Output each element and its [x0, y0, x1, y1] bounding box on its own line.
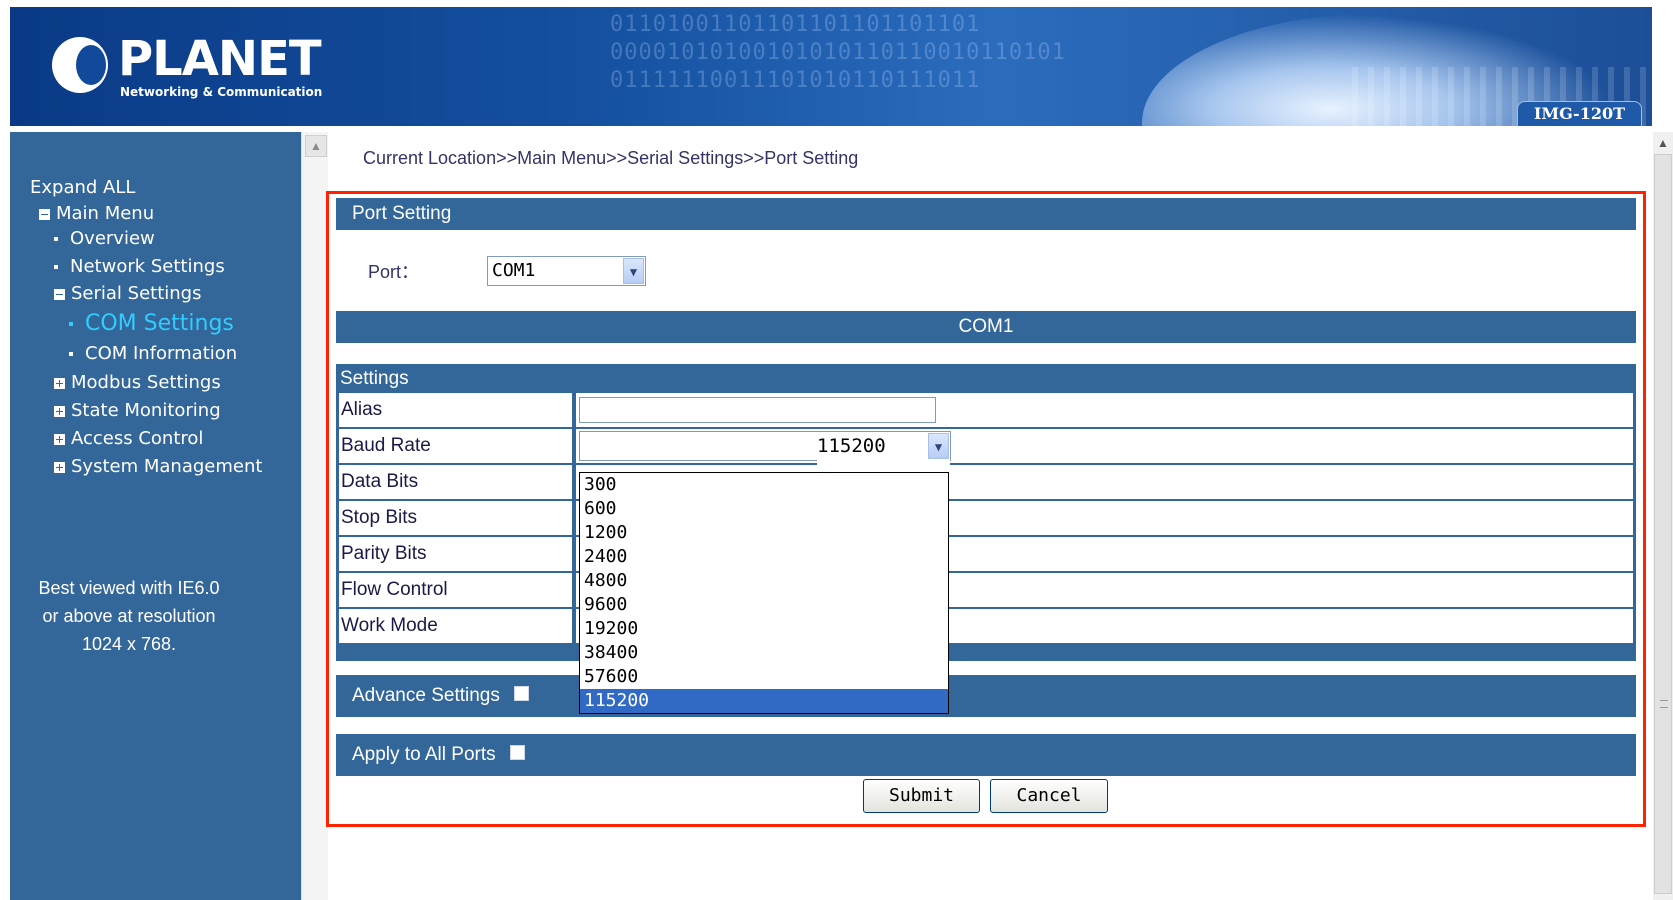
port-select-value: COM1	[492, 260, 536, 281]
port-select[interactable]: COM1 ▼	[487, 256, 646, 286]
sidebar-item-label: Access Control	[71, 428, 204, 449]
section-title: Port Setting	[352, 203, 452, 224]
model-badge: IMG-120T	[1516, 101, 1642, 126]
expand-icon[interactable]	[54, 461, 65, 473]
sidebar-item-access-control[interactable]: Access Control	[54, 428, 203, 449]
advance-settings-label: Advance Settings	[352, 685, 500, 706]
globe-icon	[52, 37, 108, 93]
port-setting-header: Port Setting	[336, 198, 1636, 230]
scroll-up-icon[interactable]: ▲	[1654, 134, 1672, 152]
browser-note-line: 1024 x 768.	[81, 634, 177, 654]
sidebar-item-system-management[interactable]: System Management	[54, 456, 262, 477]
baud-option[interactable]: 9600	[580, 593, 948, 617]
baud-option[interactable]: 1200	[580, 521, 948, 545]
sidebar-item-network-settings[interactable]: Network Settings	[54, 256, 225, 277]
sidebar-item-label: State Monitoring	[71, 400, 221, 421]
sidebar-item-label: Network Settings	[70, 256, 225, 277]
com-header-label: COM1	[958, 316, 1014, 337]
submit-button[interactable]: Submit	[863, 779, 980, 813]
table-row-data-bits: Data Bits	[339, 465, 1633, 499]
row-label: Stop Bits	[339, 501, 572, 535]
collapse-icon[interactable]	[54, 288, 65, 300]
row-label: Baud Rate	[339, 429, 572, 463]
brand-name: PLANET	[118, 31, 322, 87]
row-label: Flow Control	[339, 573, 572, 607]
chevron-down-icon[interactable]: ▼	[928, 433, 949, 459]
cancel-button[interactable]: Cancel	[990, 779, 1108, 813]
baud-rate-select[interactable]: 115200 ▼	[579, 431, 951, 466]
table-row-stop-bits: Stop Bits	[339, 501, 1633, 535]
advance-settings-bar: Advance Settings	[336, 675, 1636, 717]
page-scrollbar[interactable]: ▲	[1653, 132, 1673, 900]
baud-rate-dropdown[interactable]: 300 600 1200 2400 4800 9600 19200 38400 …	[579, 472, 949, 714]
sidebar-item-com-settings[interactable]: COM Settings	[69, 311, 234, 336]
table-row-flow-control: Flow Control	[339, 573, 1633, 607]
sidebar-item-label: COM Information	[85, 343, 238, 364]
sidebar-item-serial-settings[interactable]: Serial Settings	[54, 283, 201, 304]
frame-scrollbar[interactable]: ▲	[301, 132, 328, 900]
port-label: Port：	[368, 262, 420, 282]
breadcrumb: Current Location>>Main Menu>>Serial Sett…	[363, 148, 859, 168]
sidebar-nav: Expand ALL Main Menu Overview Network Se…	[10, 132, 301, 900]
header-decoration: 01101001101101101101101101 0000101010010…	[610, 12, 1066, 93]
sidebar-item-label: Modbus Settings	[71, 372, 221, 393]
header-banner: 01101001101101101101101101 0000101010010…	[10, 7, 1652, 126]
sidebar-item-label: Serial Settings	[71, 283, 202, 304]
sidebar-item-modbus-settings[interactable]: Modbus Settings	[54, 372, 221, 393]
settings-title: Settings	[340, 368, 409, 389]
alias-input[interactable]	[579, 397, 936, 423]
apply-all-ports-label: Apply to All Ports	[352, 744, 496, 765]
row-label: Parity Bits	[339, 537, 572, 571]
browser-note: Best viewed with IE6.0 or above at resol…	[14, 574, 244, 658]
baud-option[interactable]: 57600	[580, 665, 948, 689]
sidebar-item-label: COM Settings	[85, 311, 234, 336]
sidebar-item-overview[interactable]: Overview	[54, 228, 155, 249]
row-label: Data Bits	[339, 465, 572, 499]
grip-icon	[1660, 700, 1668, 708]
baud-option-selected[interactable]: 115200	[580, 689, 948, 713]
baud-option[interactable]: 4800	[580, 569, 948, 593]
baud-option[interactable]: 2400	[580, 545, 948, 569]
apply-all-ports-bar: Apply to All Ports	[336, 734, 1636, 776]
collapse-icon[interactable]	[39, 208, 50, 220]
table-row-parity-bits: Parity Bits	[339, 537, 1633, 571]
expand-icon[interactable]	[54, 433, 65, 445]
row-label: Alias	[339, 393, 572, 427]
settings-table: Settings Alias Baud Rate 115200 ▼ Data B…	[336, 364, 1636, 661]
chevron-down-icon[interactable]: ▼	[623, 258, 644, 284]
expand-icon[interactable]	[54, 377, 65, 389]
com-header: COM1	[336, 311, 1636, 343]
sidebar-item-label: System Management	[71, 456, 263, 477]
expand-all-link[interactable]: Expand ALL	[30, 177, 135, 198]
row-label: Work Mode	[339, 609, 572, 643]
table-row-work-mode: Work Mode	[339, 609, 1633, 643]
sidebar-item-state-monitoring[interactable]: State Monitoring	[54, 400, 221, 421]
browser-note-line: Best viewed with IE6.0	[38, 578, 220, 598]
browser-note-line: or above at resolution	[42, 606, 216, 626]
table-row-baud-rate: Baud Rate 115200 ▼	[339, 429, 1633, 466]
bullet-icon	[69, 352, 73, 356]
brand-tagline: Networking & Communication	[120, 85, 323, 99]
sidebar-item-label: Overview	[70, 228, 155, 249]
baud-option[interactable]: 19200	[580, 617, 948, 641]
scroll-up-icon[interactable]: ▲	[305, 135, 327, 157]
advance-settings-checkbox[interactable]	[513, 686, 529, 701]
baud-option[interactable]: 38400	[580, 641, 948, 665]
sidebar-item-com-information[interactable]: COM Information	[69, 343, 237, 364]
baud-option[interactable]: 300	[580, 473, 948, 497]
baud-option[interactable]: 600	[580, 497, 948, 521]
bullet-icon	[54, 237, 58, 241]
expand-icon[interactable]	[54, 405, 65, 417]
sidebar-item-label: Main Menu	[56, 203, 155, 224]
table-row-alias: Alias	[339, 393, 1633, 427]
planet-logo: PLANET Networking & Communication	[52, 31, 322, 103]
scrollbar-thumb[interactable]	[1654, 154, 1672, 894]
bullet-icon	[54, 265, 58, 269]
apply-all-ports-checkbox[interactable]	[509, 745, 525, 760]
bullet-icon	[69, 322, 73, 326]
sidebar-item-main-menu[interactable]: Main Menu	[39, 203, 154, 224]
